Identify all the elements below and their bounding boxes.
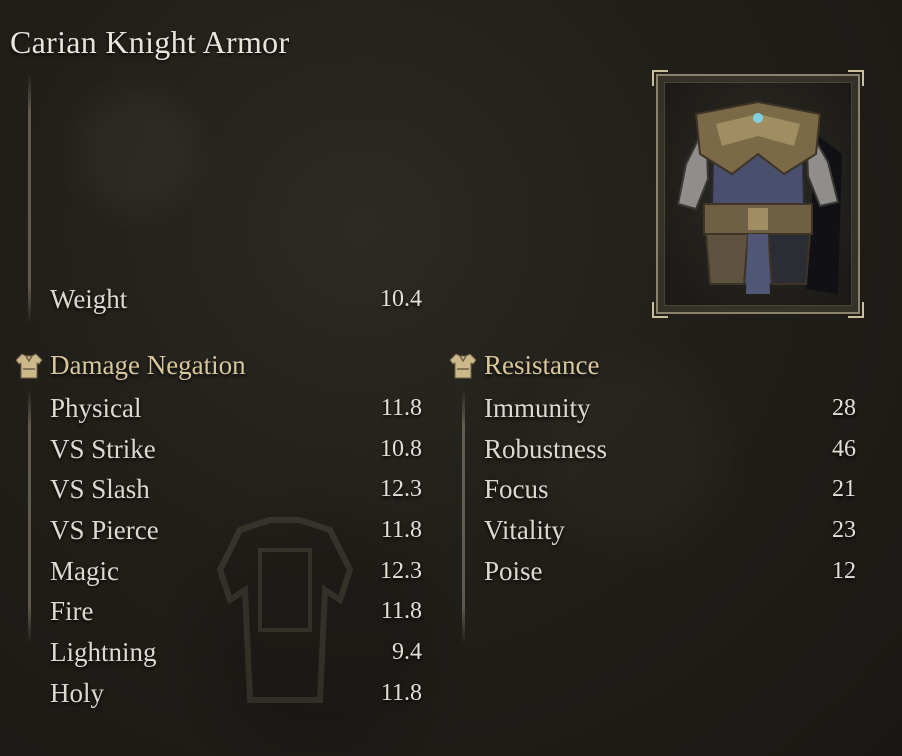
resistance-title: Resistance	[484, 350, 600, 380]
stat-row: Fire 11.8	[50, 593, 422, 629]
divider-line	[28, 388, 31, 644]
damage-negation-title: Damage Negation	[50, 350, 246, 380]
frame-corner	[848, 70, 864, 86]
weight-row: Weight 10.4	[50, 281, 422, 317]
stat-label: Poise	[484, 555, 543, 586]
weight-label: Weight	[50, 283, 128, 314]
stat-label: Magic	[50, 555, 119, 586]
stat-value: 9.4	[392, 638, 422, 665]
stat-row: VS Slash 12.3	[50, 471, 422, 507]
stat-row: Vitality 23	[484, 512, 856, 548]
stat-row: Focus 21	[484, 471, 856, 507]
stat-label: Fire	[50, 595, 94, 626]
stat-value: 21	[832, 475, 856, 502]
stat-value: 11.8	[380, 394, 422, 421]
frame-corner	[848, 302, 864, 318]
item-title: Carian Knight Armor	[10, 24, 290, 60]
stat-value: 11.8	[380, 516, 422, 543]
stat-value: 11.8	[380, 679, 422, 706]
chest-armor-icon	[676, 100, 842, 294]
stat-value: 12.3	[380, 475, 422, 502]
stat-row: Holy 11.8	[50, 675, 422, 711]
stat-value: 12.3	[380, 557, 422, 584]
stat-value: 12	[832, 557, 856, 584]
stat-label: VS Strike	[50, 433, 156, 464]
stat-value: 46	[832, 435, 856, 462]
divider-line	[28, 74, 31, 324]
stat-row: Lightning 9.4	[50, 634, 422, 670]
weight-value: 10.4	[380, 285, 422, 312]
stat-label: Robustness	[484, 433, 608, 464]
divider-line	[462, 388, 465, 644]
stat-row: Physical 11.8	[50, 390, 422, 426]
chest-armor-icon	[15, 352, 43, 378]
stat-row: VS Strike 10.8	[50, 431, 422, 467]
stat-label: VS Pierce	[50, 514, 159, 545]
stat-row: Immunity 28	[484, 390, 856, 426]
stat-label: VS Slash	[50, 473, 150, 504]
stat-value: 10.8	[380, 435, 422, 462]
stat-label: Lightning	[50, 636, 157, 667]
frame-corner	[652, 302, 668, 318]
stat-label: Focus	[484, 473, 549, 504]
damage-negation-heading: Damage Negation	[14, 350, 246, 381]
stat-value: 11.8	[380, 597, 422, 624]
stat-value: 28	[832, 394, 856, 421]
stat-row: Magic 12.3	[50, 553, 422, 589]
stat-row: VS Pierce 11.8	[50, 512, 422, 548]
stat-row: Robustness 46	[484, 431, 856, 467]
resistance-heading: Resistance	[448, 350, 599, 381]
chest-armor-icon	[449, 352, 477, 378]
stat-label: Physical	[50, 392, 142, 423]
stat-row: Poise 12	[484, 553, 856, 589]
item-image-frame	[652, 70, 864, 318]
stat-label: Holy	[50, 677, 104, 708]
stat-label: Immunity	[484, 392, 591, 423]
stat-label: Vitality	[484, 514, 565, 545]
stat-value: 23	[832, 516, 856, 543]
